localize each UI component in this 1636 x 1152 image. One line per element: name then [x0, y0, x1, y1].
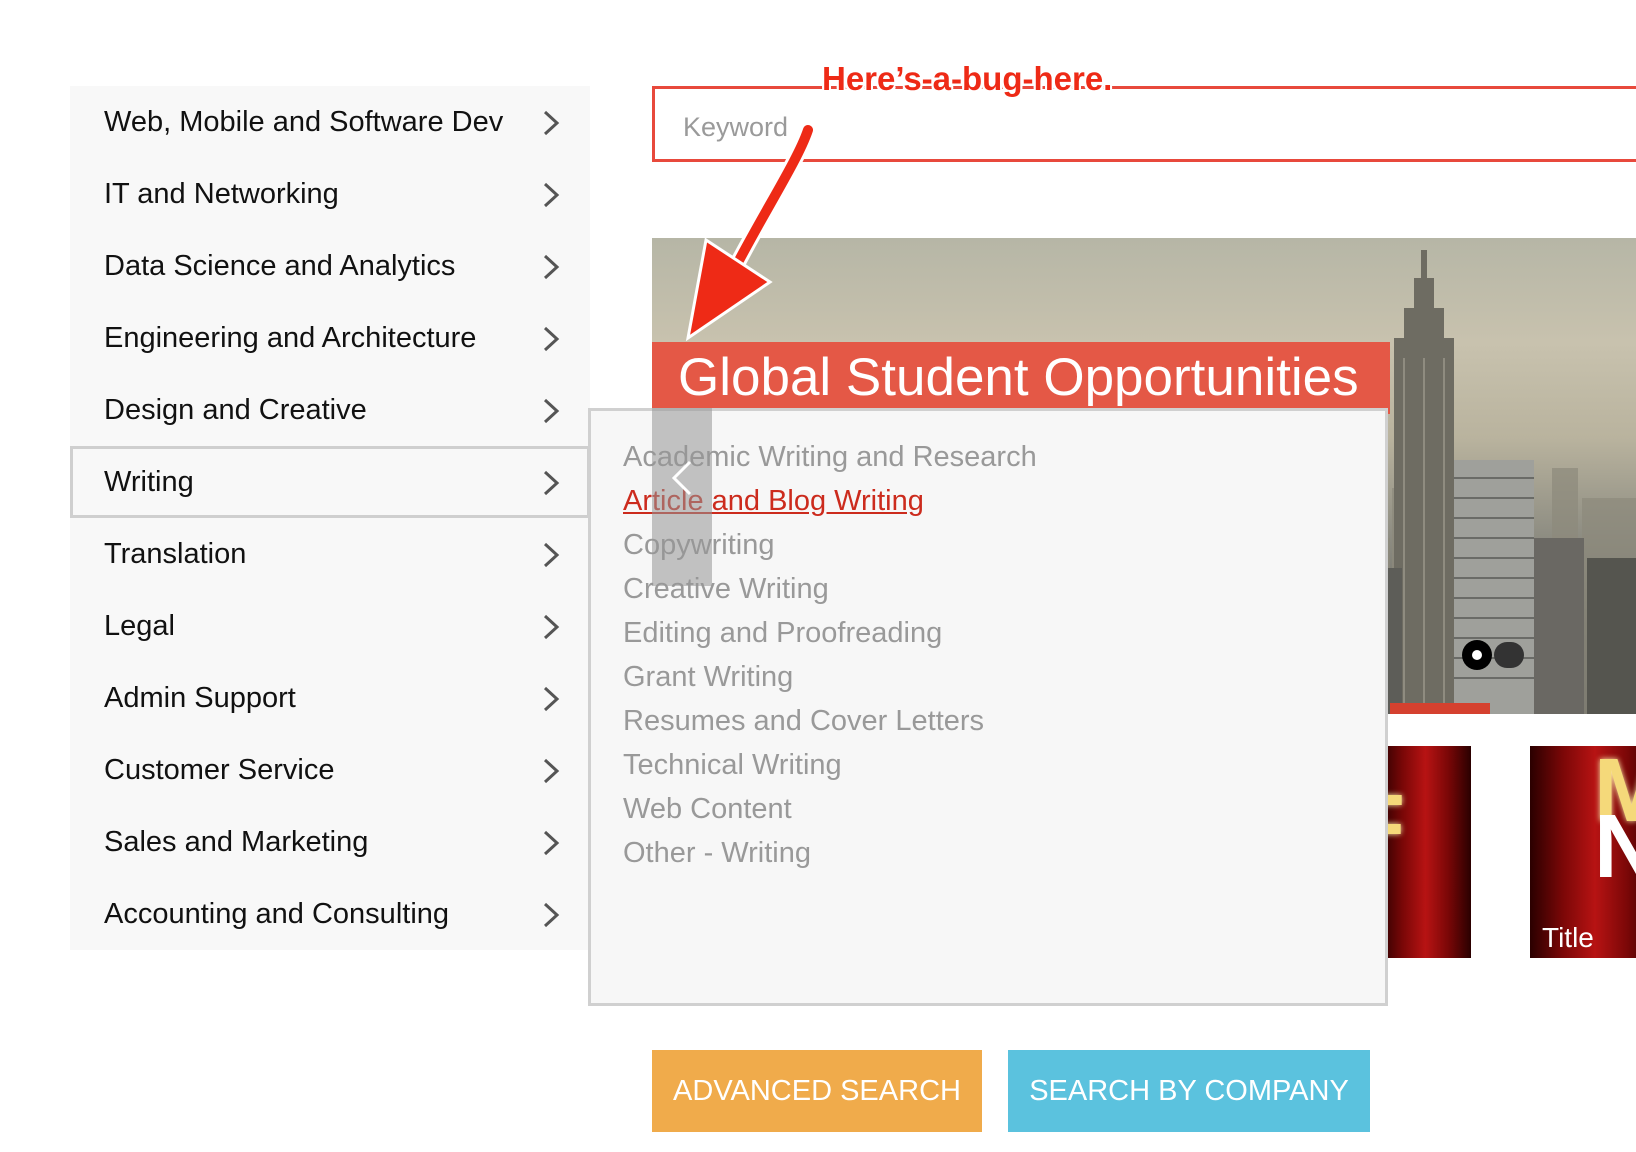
- category-item-translation[interactable]: Translation: [70, 518, 590, 590]
- chevron-right-icon: [543, 398, 560, 424]
- submenu-item[interactable]: Technical Writing: [623, 749, 842, 782]
- category-label: Sales and Marketing: [104, 825, 369, 858]
- submenu-item[interactable]: Grant Writing: [623, 661, 793, 694]
- chevron-right-icon: [543, 830, 560, 856]
- carousel-dot[interactable]: [1494, 642, 1524, 668]
- search-by-company-button[interactable]: SEARCH BY COMPANY: [1008, 1050, 1370, 1132]
- category-label: Translation: [104, 537, 247, 570]
- carousel-prev-button[interactable]: [652, 408, 712, 586]
- category-item-engineering[interactable]: Engineering and Architecture: [70, 302, 590, 374]
- category-item-admin-support[interactable]: Admin Support: [70, 662, 590, 734]
- chevron-right-icon: [543, 110, 560, 136]
- category-label: Writing: [104, 465, 194, 498]
- chevron-right-icon: [543, 326, 560, 352]
- category-label: Data Science and Analytics: [104, 249, 456, 282]
- category-label: Legal: [104, 609, 175, 642]
- category-item-design-creative[interactable]: Design and Creative: [70, 374, 590, 446]
- submenu-item[interactable]: Other - Writing: [623, 837, 811, 870]
- advanced-search-button[interactable]: ADVANCED SEARCH: [652, 1050, 982, 1132]
- category-label: Design and Creative: [104, 393, 367, 426]
- chevron-right-icon: [543, 686, 560, 712]
- category-label: Web, Mobile and Software Dev: [104, 105, 504, 138]
- category-item-writing[interactable]: Writing: [70, 446, 590, 518]
- category-item-customer-service[interactable]: Customer Service: [70, 734, 590, 806]
- category-item-it-networking[interactable]: IT and Networking: [70, 158, 590, 230]
- event-thumbnail[interactable]: F: [1380, 746, 1471, 958]
- marquee-letter-graphic: N: [1594, 797, 1636, 897]
- chevron-right-icon: [543, 902, 560, 928]
- submenu-item[interactable]: Resumes and Cover Letters: [623, 705, 984, 738]
- chevron-right-icon: [543, 758, 560, 784]
- hero-accent-strip: [1390, 703, 1490, 714]
- category-sidebar: Web, Mobile and Software Dev IT and Netw…: [70, 86, 590, 950]
- chevron-right-icon: [543, 470, 560, 496]
- annotation-label: Here’s-a-bug-here.: [822, 60, 1113, 97]
- category-item-web-mobile-software[interactable]: Web, Mobile and Software Dev: [70, 86, 590, 158]
- thumbnail-title: Title: [1542, 922, 1594, 953]
- annotation-arrow-icon: [685, 122, 816, 342]
- event-thumbnail[interactable]: M N Title: [1530, 746, 1636, 958]
- category-item-data-science[interactable]: Data Science and Analytics: [70, 230, 590, 302]
- category-label: IT and Networking: [104, 177, 339, 210]
- category-label: Customer Service: [104, 753, 335, 786]
- submenu-item[interactable]: Web Content: [623, 793, 792, 826]
- chevron-right-icon: [543, 542, 560, 568]
- submenu-item[interactable]: Editing and Proofreading: [623, 617, 942, 650]
- category-item-legal[interactable]: Legal: [70, 590, 590, 662]
- carousel-dot-active[interactable]: [1462, 640, 1492, 670]
- category-item-sales-marketing[interactable]: Sales and Marketing: [70, 806, 590, 878]
- category-label: Admin Support: [104, 681, 296, 714]
- chevron-right-icon: [543, 182, 560, 208]
- category-label: Engineering and Architecture: [104, 321, 477, 354]
- chevron-right-icon: [543, 254, 560, 280]
- chevron-left-icon: [671, 460, 692, 496]
- category-item-accounting-consulting[interactable]: Accounting and Consulting: [70, 878, 590, 950]
- chevron-right-icon: [543, 614, 560, 640]
- category-label: Accounting and Consulting: [104, 897, 450, 930]
